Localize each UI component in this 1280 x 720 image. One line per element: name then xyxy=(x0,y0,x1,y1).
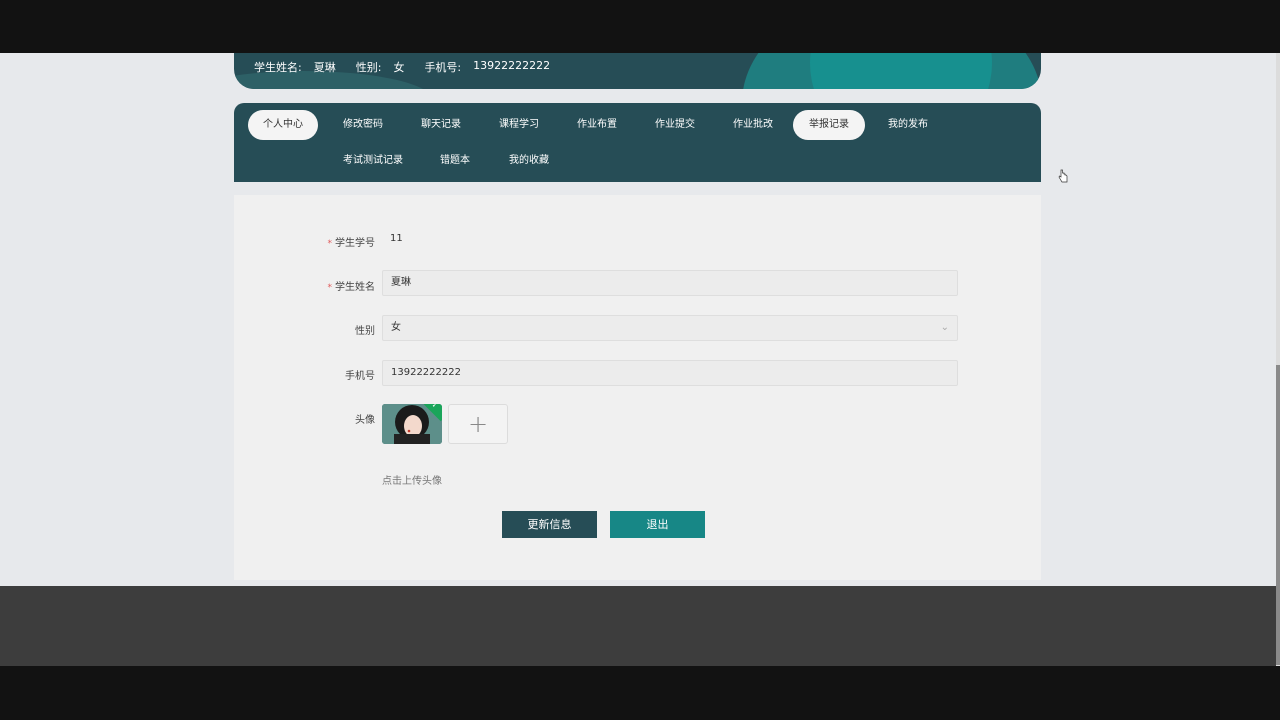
gender-select[interactable]: 女 ⌄ xyxy=(382,315,958,341)
logout-button[interactable]: 退出 xyxy=(610,511,705,538)
user-info-banner: 学生姓名: 夏琳 性别: 女 手机号: 13922222222 xyxy=(234,53,1041,89)
required-mark: * xyxy=(327,283,333,293)
nav-item-my-posts[interactable]: 我的发布 xyxy=(880,110,936,140)
nav-item-report-records[interactable]: 举报记录 xyxy=(793,110,865,140)
student-name-input[interactable]: 夏琳 xyxy=(382,270,958,296)
avatar-thumbnail[interactable]: ✓ xyxy=(382,404,442,444)
banner-decoration xyxy=(810,53,992,89)
banner-name-label: 学生姓名: xyxy=(254,61,302,74)
phone-input[interactable]: 13922222222 xyxy=(382,360,958,386)
student-id-label: * 学生学号 xyxy=(327,238,376,249)
update-info-button[interactable]: 更新信息 xyxy=(502,511,597,538)
chevron-down-icon: ⌄ xyxy=(940,322,949,333)
scrollbar-thumb[interactable] xyxy=(1276,365,1280,665)
nav-item-homework-submit[interactable]: 作业提交 xyxy=(646,110,704,140)
nav-item-course-study[interactable]: 课程学习 xyxy=(490,110,548,140)
upload-avatar-tip: 点击上传头像 xyxy=(382,476,442,487)
app-viewport: 学生姓名: 夏琳 性别: 女 手机号: 13922222222 个人中心 修改密… xyxy=(0,53,1280,666)
footer-bar xyxy=(0,586,1280,666)
avatar-label: 头像 xyxy=(355,415,375,426)
banner-name-value: 夏琳 xyxy=(313,61,336,74)
nav-item-change-password[interactable]: 修改密码 xyxy=(334,110,392,140)
banner-gender-label: 性别: xyxy=(355,61,382,74)
banner-phone-label: 手机号: xyxy=(424,61,462,74)
banner-phone-value: 13922222222 xyxy=(473,59,551,72)
upload-avatar-button[interactable]: + xyxy=(448,404,508,444)
nav-item-homework-grade[interactable]: 作业批改 xyxy=(724,110,782,140)
nav-item-favorites[interactable]: 我的收藏 xyxy=(500,146,558,176)
phone-label: 手机号 xyxy=(345,371,375,382)
required-mark: * xyxy=(327,239,333,249)
gender-select-value: 女 xyxy=(391,322,401,333)
student-name-label: * 学生姓名 xyxy=(327,282,376,293)
banner-gender-value: 女 xyxy=(393,61,405,74)
plus-icon: + xyxy=(467,410,489,438)
nav-item-exam-records[interactable]: 考试测试记录 xyxy=(334,146,412,176)
banner-info: 学生姓名: 夏琳 性别: 女 手机号: 13922222222 xyxy=(254,59,570,75)
student-id-value: 11 xyxy=(390,233,403,244)
nav-item-chat-records[interactable]: 聊天记录 xyxy=(412,110,470,140)
nav-item-personal-center[interactable]: 个人中心 xyxy=(248,110,318,140)
nav-item-homework-assign[interactable]: 作业布置 xyxy=(568,110,626,140)
profile-form-card: * 学生学号 11 * 学生姓名 夏琳 性别 女 ⌄ 手机号 13922222222… xyxy=(234,195,1041,580)
gender-label: 性别 xyxy=(355,326,375,337)
profile-nav: 个人中心 修改密码 聊天记录 课程学习 作业布置 作业提交 作业批改 举报记录 … xyxy=(234,103,1068,183)
hand-cursor-icon xyxy=(1058,169,1068,183)
nav-item-wrong-questions[interactable]: 错题本 xyxy=(432,146,478,176)
